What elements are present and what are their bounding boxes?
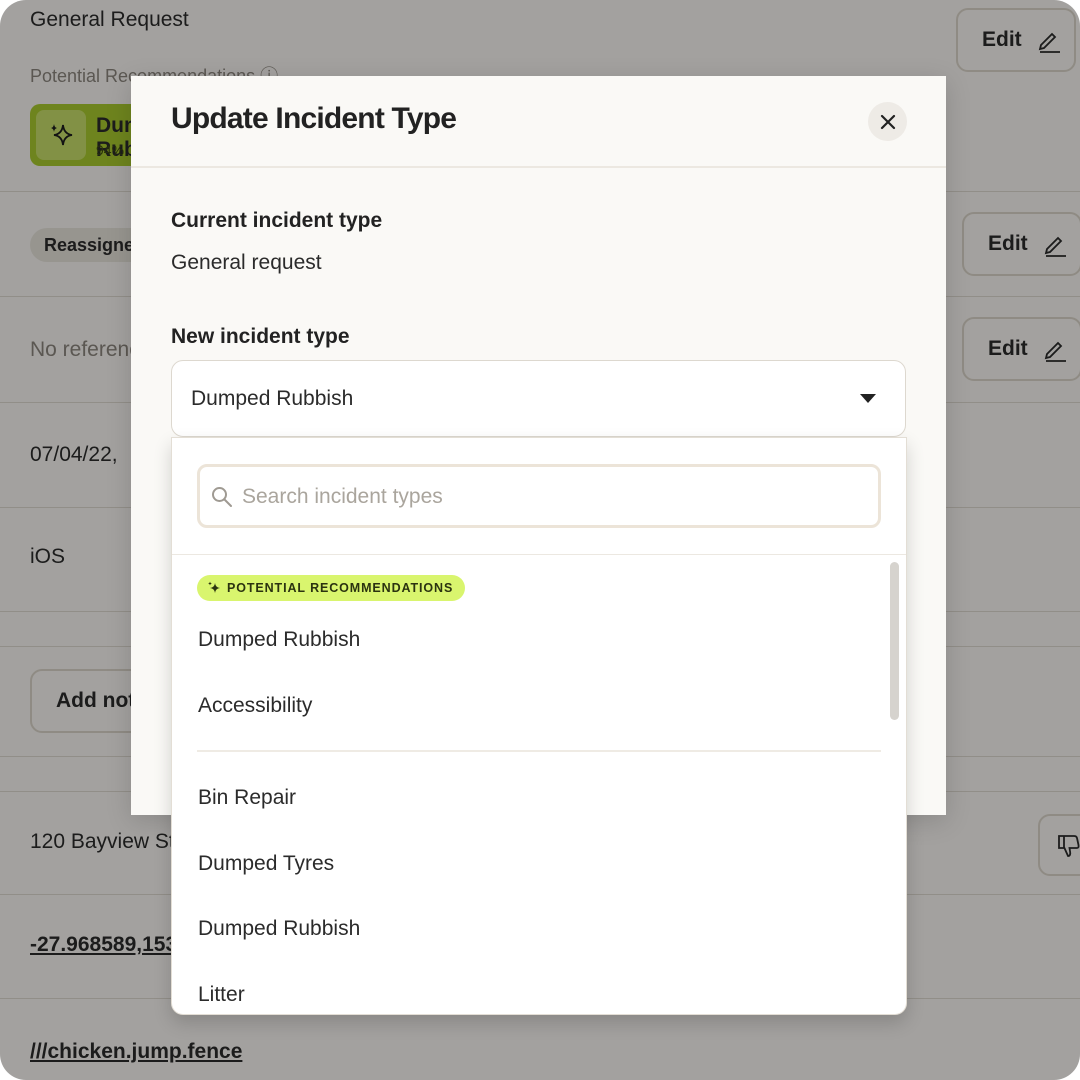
divider bbox=[172, 554, 906, 555]
selected-incident-type: Dumped Rubbish bbox=[191, 387, 354, 410]
search-icon bbox=[212, 487, 232, 507]
app-frame: General Request Potential Recommendation… bbox=[0, 0, 1080, 1080]
sparkle-icon bbox=[208, 581, 220, 593]
recommendations-badge-label: POTENTIAL RECOMMENDATIONS bbox=[227, 581, 454, 595]
incident-type-select[interactable]: Dumped Rubbish bbox=[171, 360, 906, 437]
scrollbar-thumb[interactable] bbox=[890, 562, 899, 720]
caret-down-icon bbox=[860, 394, 876, 403]
new-incident-type-label: New incident type bbox=[171, 325, 350, 348]
search-field[interactable] bbox=[197, 464, 881, 528]
option-litter[interactable]: Litter bbox=[198, 983, 245, 1007]
close-icon bbox=[880, 114, 895, 129]
divider bbox=[197, 750, 881, 752]
modal-header: Update Incident Type bbox=[131, 76, 946, 168]
search-input[interactable] bbox=[240, 469, 864, 525]
modal-title: Update Incident Type bbox=[171, 102, 457, 135]
current-incident-type-label: Current incident type bbox=[171, 209, 383, 232]
recommendations-badge: POTENTIAL RECOMMENDATIONS bbox=[197, 575, 466, 601]
incident-type-dropdown: POTENTIAL RECOMMENDATIONS Dumped Rubbish… bbox=[171, 437, 907, 1015]
option-dumped-rubbish[interactable]: Dumped Rubbish bbox=[198, 917, 360, 941]
close-button[interactable] bbox=[868, 102, 907, 141]
option-bin-repair[interactable]: Bin Repair bbox=[198, 786, 296, 810]
option-recommended-dumped-rubbish[interactable]: Dumped Rubbish bbox=[198, 628, 360, 652]
option-dumped-tyres[interactable]: Dumped Tyres bbox=[198, 852, 334, 876]
current-incident-type-value: General request bbox=[171, 251, 322, 274]
option-recommended-accessibility[interactable]: Accessibility bbox=[198, 694, 312, 718]
